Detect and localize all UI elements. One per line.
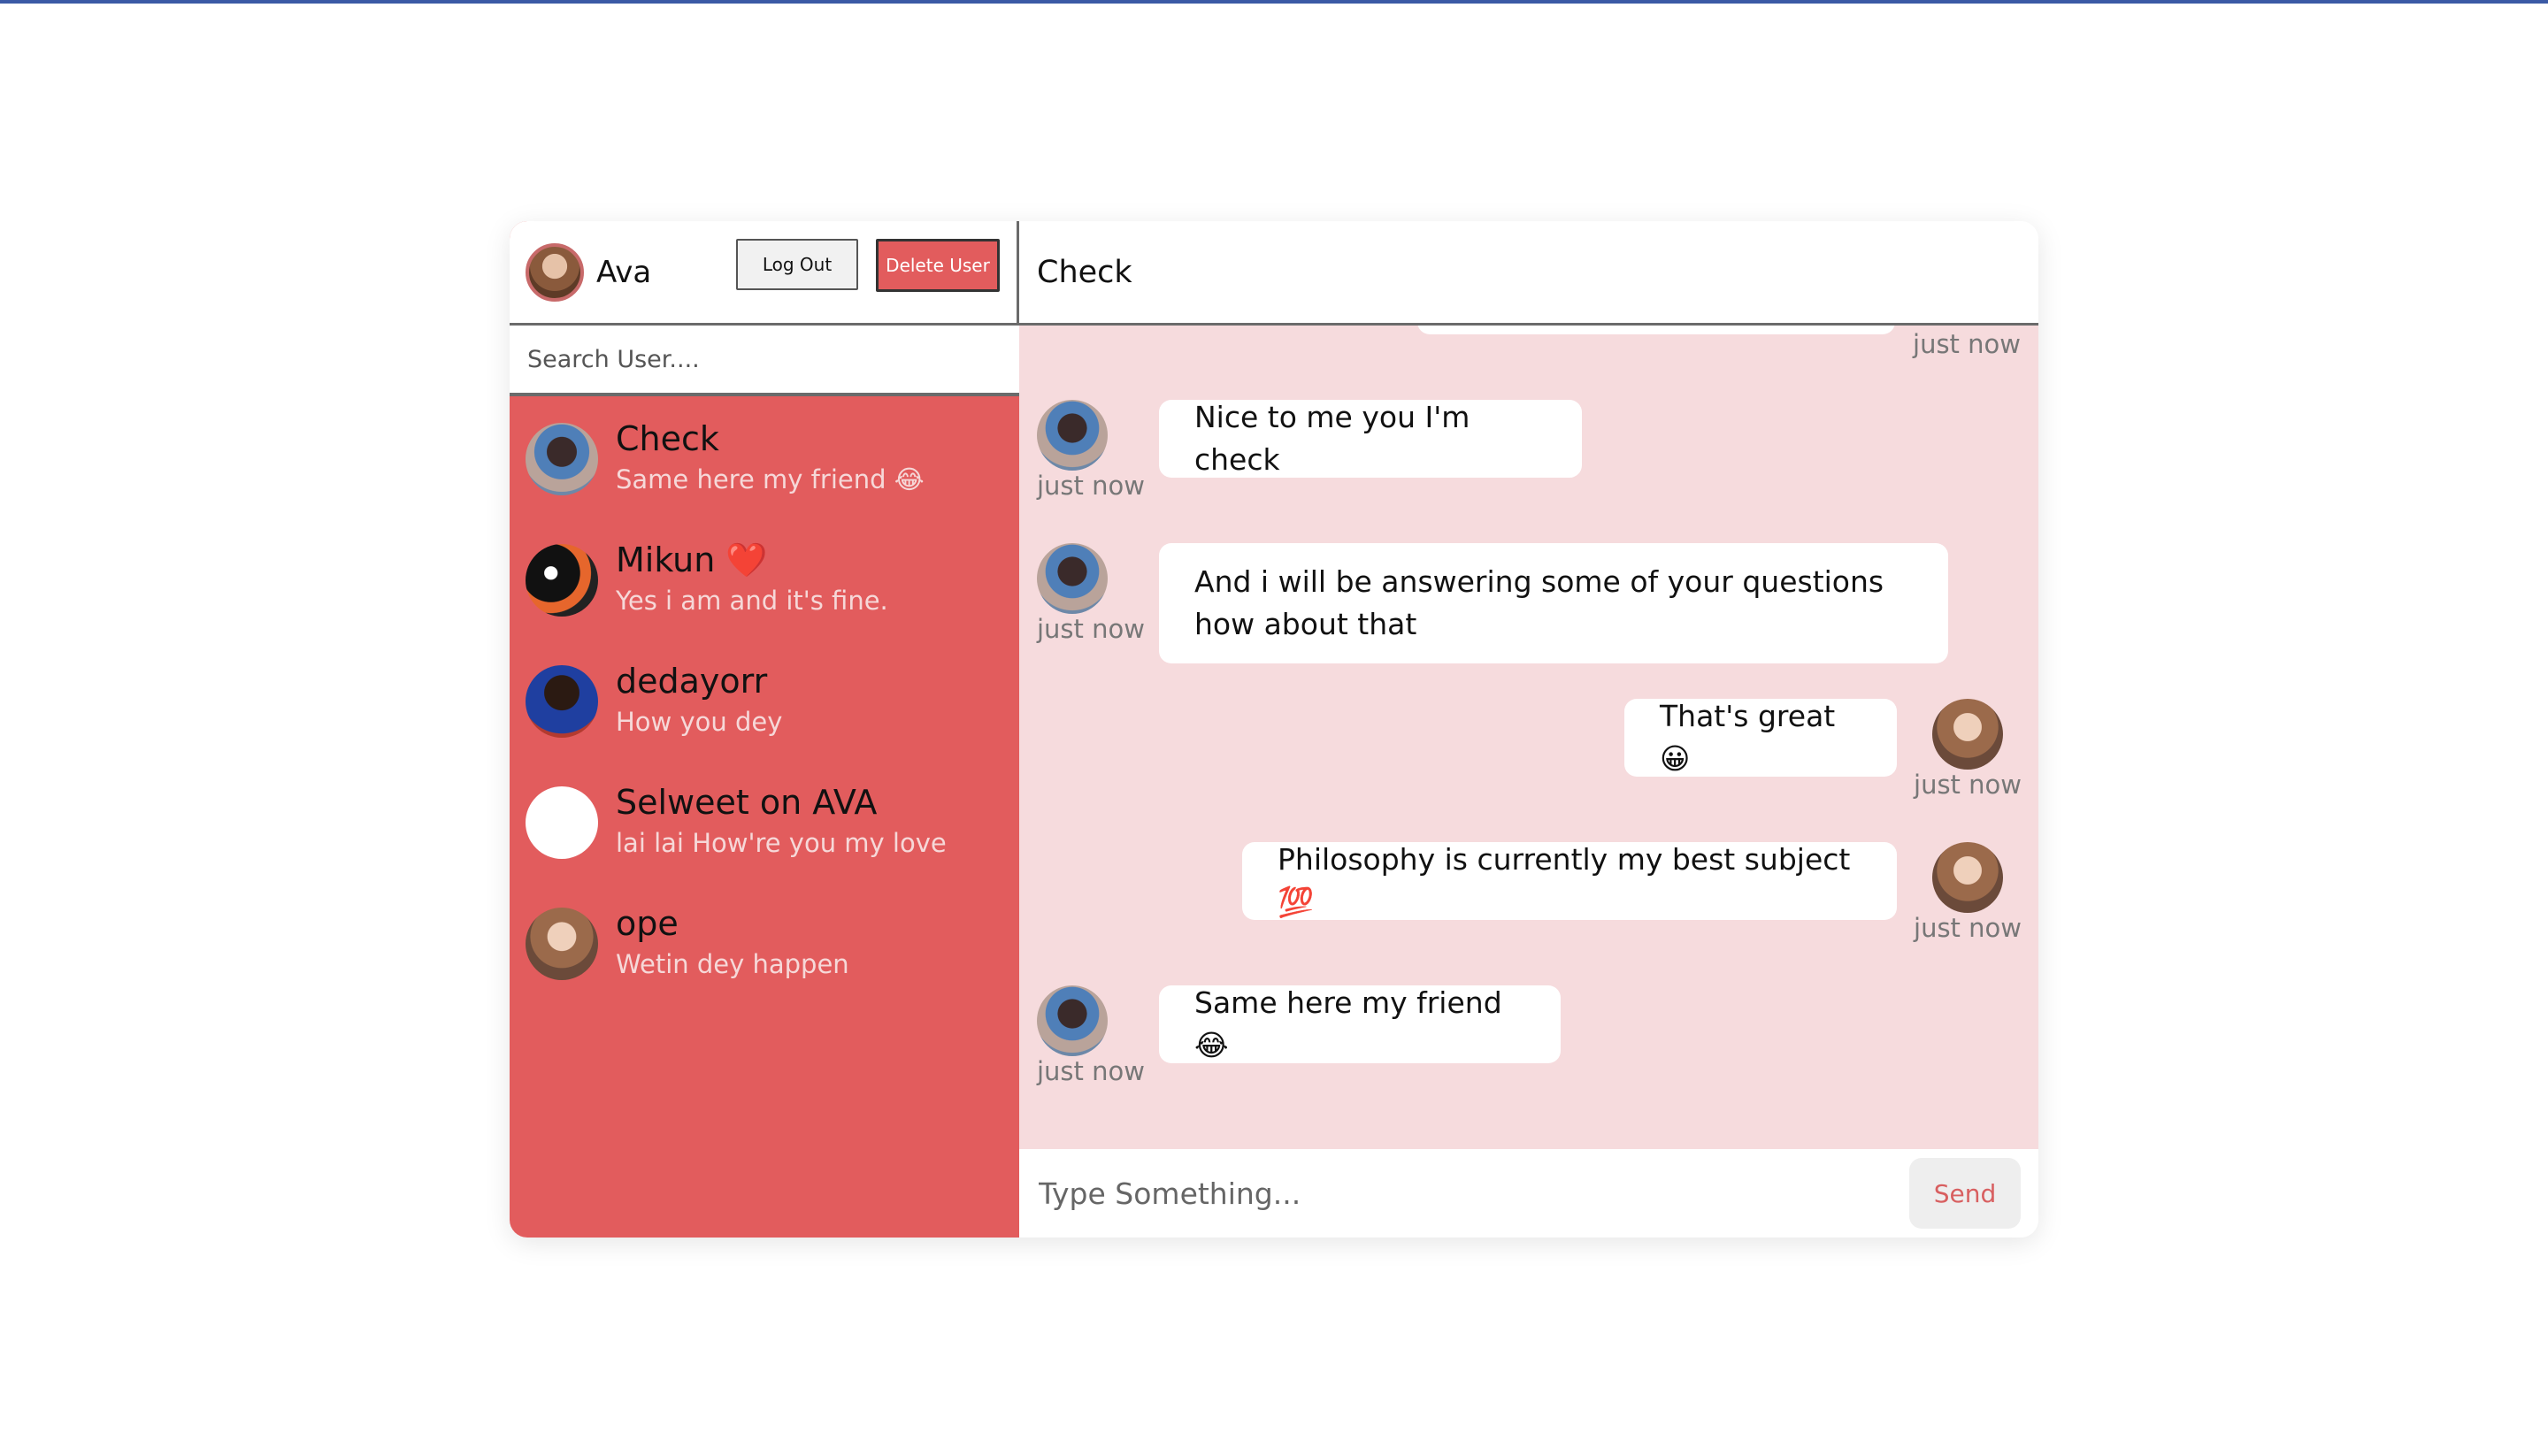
message-item: just now Nice to me you I'm check bbox=[1037, 400, 1582, 501]
message-bubble bbox=[1417, 326, 1895, 334]
message-item: Philosophy is currently my best subject … bbox=[1242, 842, 2022, 943]
chat-panel: Check just now just now Nice to me you I… bbox=[1019, 221, 2038, 1238]
user-item-mikun[interactable]: Mikun ❤️ Yes i am and it's fine. bbox=[510, 539, 1019, 660]
message-bubble: Nice to me you I'm check bbox=[1159, 400, 1582, 478]
avatar bbox=[1932, 842, 2003, 913]
avatar bbox=[526, 786, 598, 859]
logout-button[interactable]: Log Out bbox=[736, 239, 858, 290]
user-last-message: How you dey bbox=[616, 707, 783, 737]
search-bar bbox=[510, 326, 1019, 396]
user-item-check[interactable]: Check Same here my friend 😂 bbox=[510, 418, 1019, 539]
search-user-input[interactable] bbox=[510, 326, 1019, 393]
avatar bbox=[526, 908, 598, 980]
current-user-name: Ava bbox=[596, 254, 652, 290]
avatar bbox=[1037, 985, 1108, 1056]
user-name: Check bbox=[616, 419, 719, 458]
message-time: just now bbox=[1037, 614, 1145, 644]
avatar bbox=[1037, 543, 1108, 614]
user-name: dedayorr bbox=[616, 662, 768, 701]
user-item-ope[interactable]: ope Wetin dey happen bbox=[510, 902, 1019, 1023]
user-list: Check Same here my friend 😂 Mikun ❤️ Yes… bbox=[510, 396, 1019, 1023]
message-time: just now bbox=[1037, 471, 1145, 501]
message-time: just now bbox=[1914, 913, 2022, 943]
chat-title: Check bbox=[1037, 254, 1132, 290]
message-area[interactable]: just now just now Nice to me you I'm che… bbox=[1019, 326, 2038, 1149]
chat-header: Check bbox=[1019, 221, 2038, 326]
delete-user-button[interactable]: Delete User bbox=[876, 239, 1000, 292]
sidebar-header: Ava Log Out Delete User bbox=[510, 221, 1019, 326]
avatar bbox=[526, 544, 598, 617]
current-user-avatar bbox=[526, 242, 584, 302]
message-bubble: And i will be answering some of your que… bbox=[1159, 543, 1948, 663]
top-accent-line bbox=[0, 0, 2548, 4]
user-last-message: Same here my friend 😂 bbox=[616, 464, 925, 494]
message-previous bbox=[1417, 326, 1895, 334]
message-composer: Send bbox=[1019, 1149, 2038, 1238]
user-last-message: lai lai How're you my love bbox=[616, 828, 947, 858]
send-button[interactable]: Send bbox=[1909, 1158, 2021, 1229]
message-item: just now Same here my friend 😂 bbox=[1037, 985, 1561, 1086]
message-time: just now bbox=[1913, 329, 2021, 359]
sidebar: Ava Log Out Delete User Check Same here … bbox=[510, 221, 1019, 1238]
avatar bbox=[1932, 699, 2003, 770]
message-time: just now bbox=[1037, 1056, 1145, 1086]
user-last-message: Yes i am and it's fine. bbox=[616, 586, 888, 616]
message-bubble: That's great 😀 bbox=[1624, 699, 1897, 777]
message-bubble: Philosophy is currently my best subject … bbox=[1242, 842, 1897, 920]
avatar bbox=[526, 423, 598, 495]
avatar bbox=[1037, 400, 1108, 471]
chat-app: Ava Log Out Delete User Check Same here … bbox=[510, 221, 2038, 1238]
message-input[interactable] bbox=[1037, 1175, 1909, 1212]
user-name: Selweet on AVA bbox=[616, 783, 878, 822]
message-time: just now bbox=[1914, 770, 2022, 800]
user-name: Mikun ❤️ bbox=[616, 540, 768, 579]
message-bubble: Same here my friend 😂 bbox=[1159, 985, 1561, 1063]
message-item: That's great 😀 just now bbox=[1624, 699, 2022, 800]
user-item-selweet[interactable]: Selweet on AVA lai lai How're you my lov… bbox=[510, 781, 1019, 902]
user-item-dedayorr[interactable]: dedayorr How you dey bbox=[510, 660, 1019, 781]
avatar bbox=[526, 665, 598, 738]
user-name: ope bbox=[616, 904, 679, 943]
user-last-message: Wetin dey happen bbox=[616, 949, 849, 979]
message-item: just now And i will be answering some of… bbox=[1037, 543, 1948, 663]
